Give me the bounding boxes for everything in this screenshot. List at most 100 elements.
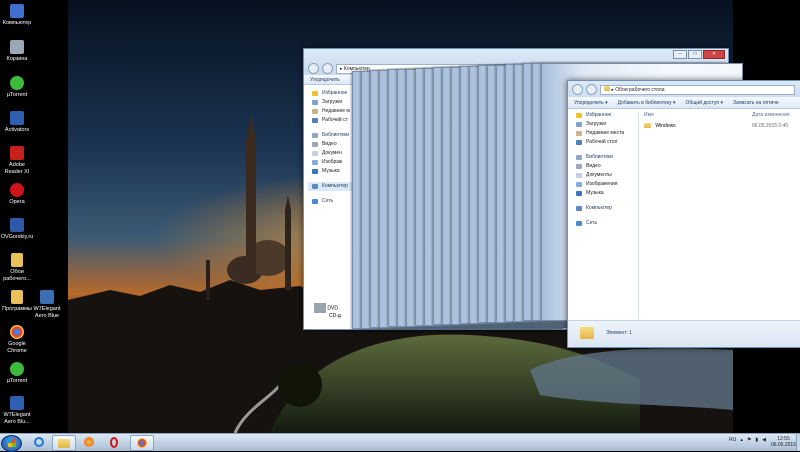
nav-video[interactable]: Видео <box>572 162 638 171</box>
downloads-icon <box>312 100 318 105</box>
nav-favorites[interactable]: Избранное <box>308 89 353 98</box>
documents-icon <box>576 173 582 178</box>
nav-video[interactable]: Видео <box>308 140 353 149</box>
show-desktop-button[interactable] <box>796 434 800 451</box>
utorrent-icon <box>10 76 24 90</box>
desktop-icon-recycle-bin[interactable]: Корзина <box>0 40 34 63</box>
burn-button[interactable]: Записать на оптиче <box>733 100 779 106</box>
windows-logo-icon <box>7 439 16 447</box>
desktop-icon-w7elegant-aero-blue[interactable]: W7Elegant Aero Blue <box>30 290 64 319</box>
opera-icon <box>110 436 118 448</box>
dvd-drive-icon <box>314 303 326 313</box>
nav-documents[interactable]: Докумен <box>308 149 353 158</box>
taskbar-media-player[interactable] <box>78 435 100 449</box>
images-icon <box>576 182 582 187</box>
clock[interactable]: 12:55 06.05.2015 <box>771 436 796 448</box>
taskbar-explorer[interactable] <box>52 435 76 451</box>
address-bar[interactable]: ▸ Обои рабочего стола <box>600 84 795 95</box>
forward-button[interactable] <box>322 63 333 74</box>
desktop-icon-opera[interactable]: Opera <box>0 183 34 206</box>
drive-item[interactable]: DVD CD-д <box>314 303 341 319</box>
nav-libraries[interactable]: Библиотеки <box>572 153 638 162</box>
desktop-icon-adobe-reader[interactable]: Adobe Reader XI <box>0 146 34 175</box>
add-to-library-button[interactable]: Добавить в библиотеку ▾ <box>618 100 676 106</box>
desktop-icon-activators[interactable]: Activators <box>0 111 34 134</box>
explorer-folder-icon <box>58 438 70 448</box>
maximize-button[interactable]: □ <box>688 50 702 59</box>
nav-libraries[interactable]: Библиотеки <box>308 131 353 140</box>
system-tray: RU ▴ ⚑ ▮ ◀ <box>729 437 766 443</box>
nav-computer[interactable]: Компьютер <box>308 182 353 191</box>
desktop-icon <box>312 118 318 123</box>
back-button[interactable] <box>308 63 319 74</box>
taskbar-internet-explorer[interactable] <box>28 435 50 449</box>
nav-network[interactable]: Сеть <box>572 219 638 228</box>
desktop-icon-google-chrome[interactable]: Google Chrome <box>0 325 34 354</box>
tray-arrow-icon[interactable]: ▴ <box>740 437 743 443</box>
downloads-icon <box>576 122 582 127</box>
volume-icon[interactable]: ◀ <box>762 437 766 443</box>
nav-music[interactable]: Музыка <box>308 167 353 176</box>
recent-icon <box>312 109 318 114</box>
desktop-icon-w7elegant-aero-blue-2[interactable]: W7Elegant Aero Blu... <box>0 396 34 425</box>
video-icon <box>576 164 582 169</box>
taskbar-chrome[interactable] <box>130 435 154 451</box>
images-icon <box>312 160 318 165</box>
status-bar: Элемент: 1 <box>568 320 800 347</box>
recent-icon <box>576 131 582 136</box>
desktop-icon-programs-folder[interactable]: Программы <box>0 290 34 313</box>
desktop-icon-computer[interactable]: Компьютер <box>0 4 34 27</box>
desktop-icon <box>576 140 582 145</box>
navigation-pane: Избранное Загрузки Недавние м Рабочий ст… <box>308 89 353 289</box>
nav-images[interactable]: Изображения <box>572 180 638 189</box>
language-indicator[interactable]: RU <box>729 437 736 443</box>
activators-icon <box>10 111 24 125</box>
folder-icon <box>604 85 610 91</box>
nav-downloads[interactable]: Загрузки <box>572 120 638 129</box>
nav-music[interactable]: Музыка <box>572 189 638 198</box>
forward-button[interactable] <box>586 84 597 95</box>
pane-divider <box>638 111 639 319</box>
nav-documents[interactable]: Документы <box>572 171 638 180</box>
star-icon <box>576 113 582 118</box>
nav-desktop[interactable]: Рабочий стол <box>572 138 638 147</box>
network-icon <box>312 199 318 204</box>
taskbar: RU ▴ ⚑ ▮ ◀ 12:55 06.05.2015 <box>0 433 800 452</box>
music-icon <box>576 191 582 196</box>
flag-icon[interactable]: ⚑ <box>747 437 751 443</box>
share-button[interactable]: Общий доступ ▾ <box>686 100 724 106</box>
ovgorskiy-icon <box>10 218 24 232</box>
internet-explorer-icon <box>34 437 44 447</box>
taskbar-opera[interactable] <box>103 435 125 449</box>
desktop-icon-utorrent-2[interactable]: µTorrent <box>0 362 34 385</box>
network-icon[interactable]: ▮ <box>755 437 758 443</box>
column-header-name[interactable]: Имя <box>644 112 654 118</box>
media-player-icon <box>84 437 94 447</box>
nav-computer[interactable]: Компьютер <box>572 204 638 213</box>
start-button[interactable] <box>1 435 22 452</box>
folder-icon <box>580 327 594 339</box>
nav-network[interactable]: Сеть <box>308 197 353 206</box>
nav-desktop[interactable]: Рабочий ст <box>308 116 353 125</box>
desktop-icon-wallpapers-folder[interactable]: Обои рабочего... <box>0 253 34 282</box>
nav-images[interactable]: Изображ <box>308 158 353 167</box>
nav-downloads[interactable]: Загрузки <box>308 98 353 107</box>
recycle-bin-icon <box>10 40 24 54</box>
desktop-icon-ovgorskiy[interactable]: OVGorskiy.ru <box>0 218 34 241</box>
computer-icon <box>10 4 24 18</box>
video-icon <box>312 142 318 147</box>
file-row[interactable]: Windows 06.05.2015 0:40 <box>644 123 800 132</box>
column-header-date[interactable]: Дата изменения <box>752 112 790 118</box>
computer-icon <box>576 206 582 211</box>
nav-favorites[interactable]: Избранное <box>572 111 638 120</box>
close-button[interactable]: ✕ <box>703 50 725 59</box>
desktop-icon-utorrent[interactable]: µTorrent <box>0 76 34 99</box>
nav-recent[interactable]: Недавние м <box>308 107 353 116</box>
nav-recent[interactable]: Недавние места <box>572 129 638 138</box>
folder-icon <box>644 123 651 129</box>
organize-button[interactable]: Упорядочить <box>310 77 340 83</box>
minimize-button[interactable]: – <box>673 50 687 59</box>
explorer-window-wallpapers[interactable]: ▸ Обои рабочего стола Упорядочить ▾ Доба… <box>567 80 800 348</box>
back-button[interactable] <box>572 84 583 95</box>
organize-button[interactable]: Упорядочить ▾ <box>574 100 608 106</box>
